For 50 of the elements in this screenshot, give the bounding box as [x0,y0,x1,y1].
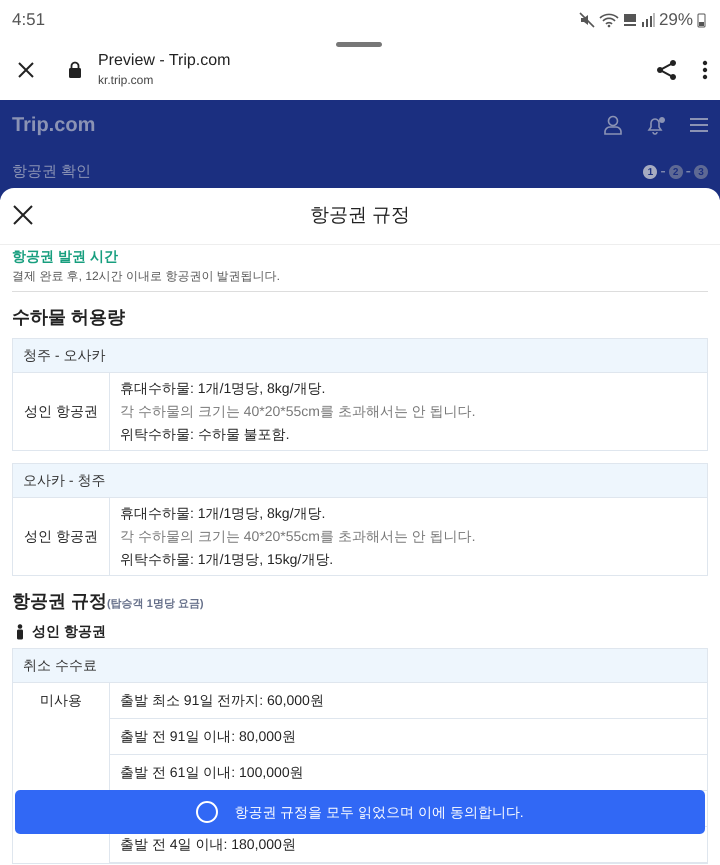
person-icon [16,624,24,640]
site-logo[interactable]: Trip.com [12,110,96,140]
step-separator: - [660,162,666,182]
hd-voice-icon [622,12,637,28]
baggage-rule: 위탁수하물: 1개/1명당, 15kg/개당. [120,550,334,569]
baggage-rule: 위탁수하물: 수하물 불포함. [120,425,291,444]
step-indicator: 2 [668,165,683,179]
fee-rule: 출발 전 61일 이내: 100,000원 [120,763,304,782]
drag-handle[interactable] [336,42,382,47]
battery-percent: 29% [658,9,693,32]
passenger-type: 성인 항공권 [32,622,106,641]
page-title: Preview - Trip.com [98,51,230,71]
baggage-rule: 각 수하물의 크기는 40*20*55cm를 초과해서는 안 됩니다. [120,402,476,421]
step-indicator: 1 [643,165,658,179]
share-icon[interactable] [656,59,678,81]
section-heading: 항공권 규정 [12,590,108,613]
baggage-rule: 휴대수하물: 1개/1명당, 8kg/개당. [120,504,326,523]
step-separator: - [686,162,691,182]
more-options-icon[interactable] [702,60,708,80]
step-indicator: 3 [694,165,708,179]
fare-note: (탑승객 1명당 요금) [107,597,204,612]
fee-category: 미사용 [40,692,82,708]
baggage-rule: 각 수하물의 크기는 40*20*55cm를 초과해서는 안 됩니다. [120,527,476,546]
route-header: 청주 - 오사카 [13,339,707,373]
passenger-type: 성인 항공권 [24,527,98,546]
menu-icon[interactable] [690,117,708,133]
baggage-rule: 휴대수하물: 1개/1명당, 8kg/개당. [120,379,326,398]
battery-icon [697,12,706,28]
section-heading: 수하물 허용량 [12,306,126,329]
wifi-icon [598,12,619,28]
passenger-type: 성인 항공권 [24,402,98,421]
section-heading: 항공권 발권 시간 [12,247,119,266]
page-heading: 항공권 확인 [12,162,92,182]
bell-icon[interactable] [646,115,666,135]
signal-icon [640,12,655,28]
close-button[interactable] [12,204,34,226]
user-icon[interactable] [604,115,622,135]
sheet-title: 항공권 규정 [310,204,410,228]
fee-header: 취소 수수료 [13,649,707,683]
issue-text: 결제 완료 후, 12시간 이내로 항공권이 발권됩니다. [12,268,282,285]
clock-time: 4:51 [12,9,46,32]
agree-button[interactable]: 항공권 규정을 모두 읽었으며 이에 동의합니다. [15,790,705,834]
lock-icon [68,61,82,79]
route-header: 오사카 - 청주 [13,464,707,498]
fee-rule: 출발 전 91일 이내: 80,000원 [120,727,296,746]
mute-icon [578,12,595,28]
page-url: kr.trip.com [98,72,154,89]
fee-rule: 출발 최소 91일 전까지: 60,000원 [120,691,324,710]
fee-rule: 출발 전 4일 이내: 180,000원 [120,835,296,854]
close-icon[interactable] [16,60,36,80]
